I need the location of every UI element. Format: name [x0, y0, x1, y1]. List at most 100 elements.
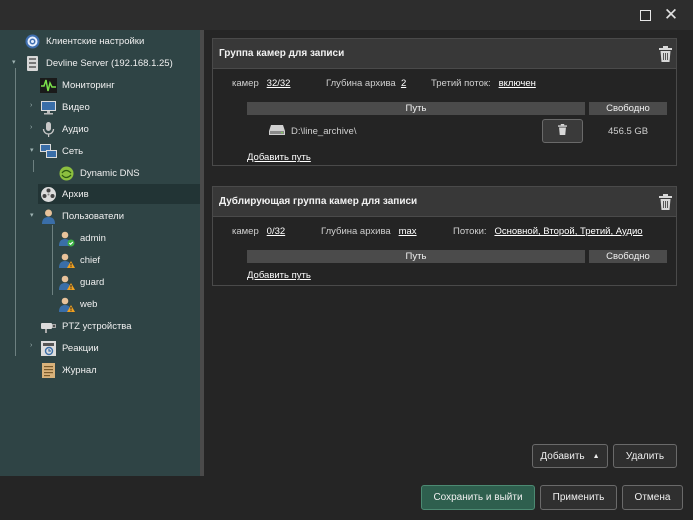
settings-tree: ▾ › › ▾ ▾ › Клиентские настройки Devline…: [0, 30, 200, 476]
archive-depth-label: Глубина архива: [321, 226, 391, 237]
close-button[interactable]: ✕: [662, 6, 680, 24]
trash-icon: [558, 124, 567, 138]
sidebar-item-label: admin: [80, 232, 106, 244]
archive-icon: [40, 186, 57, 203]
expand-caret[interactable]: ▾: [30, 146, 34, 154]
sidebar-item-video[interactable]: Видео: [40, 97, 90, 117]
expand-caret[interactable]: ›: [30, 124, 32, 131]
dynamic-dns-icon: [58, 165, 75, 182]
add-group-button[interactable]: Добавить ▲: [532, 444, 608, 468]
archive-depth-info: Глубина архива 2: [326, 78, 406, 89]
third-stream-label: Третий поток:: [431, 78, 491, 89]
sidebar-item-reactions[interactable]: Реакции: [40, 338, 99, 358]
free-column-header: Свободно: [589, 250, 667, 263]
sidebar-item-label: chief: [80, 254, 101, 266]
free-column-header: Свободно: [589, 102, 667, 115]
panel-splitter[interactable]: [200, 30, 204, 476]
drive-icon: [269, 124, 285, 136]
add-group-label: Добавить: [540, 450, 585, 462]
add-path-link[interactable]: Добавить путь: [247, 152, 311, 163]
audio-icon: [40, 121, 57, 138]
sidebar-item-label: guard: [80, 276, 105, 288]
sidebar-item-audio[interactable]: Аудио: [40, 119, 89, 139]
video-icon: [40, 99, 57, 116]
third-stream-link[interactable]: включен: [499, 78, 536, 89]
record-camera-group-panel: Группа камер для записи камер 32/32 Глуб…: [212, 38, 677, 166]
sidebar-item-label: Аудио: [62, 123, 89, 135]
sidebar-item-label: web: [80, 298, 98, 310]
archive-depth-info: Глубина архива max: [321, 226, 417, 237]
archive-depth-link[interactable]: max: [399, 226, 417, 237]
free-space-value: 456.5 GB: [608, 126, 649, 137]
expand-caret[interactable]: ›: [30, 102, 32, 109]
sidebar-item-journal[interactable]: Журнал: [40, 360, 97, 380]
sidebar-item-client-settings[interactable]: Клиентские настройки: [24, 31, 144, 51]
sidebar-item-label: Dynamic DNS: [80, 167, 140, 179]
users-icon: [40, 208, 57, 225]
archive-depth-link[interactable]: 2: [401, 78, 406, 89]
ptz-icon: [40, 318, 57, 335]
title-bar: ✕: [0, 0, 693, 30]
save-and-exit-button[interactable]: Сохранить и выйти: [421, 485, 535, 510]
panel-title-text: Дублирующая группа камер для записи: [219, 196, 418, 207]
path-column-header: Путь: [247, 102, 585, 115]
archive-path: D:\line_archive\: [291, 126, 357, 137]
sidebar-item-archive[interactable]: Архив: [38, 184, 200, 204]
apply-button[interactable]: Применить: [540, 485, 617, 510]
sidebar-item-users[interactable]: Пользователи: [40, 206, 124, 226]
tree-guide-line: [15, 68, 16, 356]
sidebar-item-user-chief[interactable]: chief: [58, 250, 100, 270]
journal-icon: [40, 362, 57, 379]
streams-info: Потоки: Основной, Второй, Третий, Аудио: [453, 226, 643, 237]
server-icon: [24, 55, 41, 72]
dropdown-arrow-icon: ▲: [592, 452, 600, 460]
user-warning-icon: [58, 296, 75, 313]
user-warning-icon: [58, 274, 75, 291]
trash-icon[interactable]: [659, 194, 672, 210]
sidebar-item-ptz[interactable]: PTZ устройства: [40, 316, 132, 336]
trash-icon[interactable]: [659, 46, 672, 62]
delete-path-button[interactable]: [542, 119, 583, 143]
sidebar-item-label: Видео: [62, 101, 90, 113]
sidebar-item-label: Реакции: [62, 342, 99, 354]
cameras-value-link[interactable]: 0/32: [267, 226, 286, 237]
cameras-info: камер 32/32: [232, 78, 290, 89]
sidebar-item-label: Клиентские настройки: [46, 35, 145, 47]
network-icon: [40, 143, 57, 160]
sidebar-item-user-guard[interactable]: guard: [58, 272, 104, 292]
user-ok-icon: [58, 230, 75, 247]
user-warning-icon: [58, 252, 75, 269]
client-settings-icon: [24, 33, 41, 50]
add-path-link[interactable]: Добавить путь: [247, 270, 311, 281]
sidebar-item-label: Архив: [62, 188, 89, 200]
path-column-header: Путь: [247, 250, 585, 263]
panel-title-text: Группа камер для записи: [219, 48, 345, 59]
cancel-button[interactable]: Отмена: [622, 485, 683, 510]
maximize-button[interactable]: [636, 6, 654, 24]
streams-label: Потоки:: [453, 226, 487, 237]
reactions-icon: [40, 340, 57, 357]
sidebar-item-dynamic-dns[interactable]: Dynamic DNS: [58, 163, 140, 183]
sidebar-item-label: Сеть: [62, 145, 84, 157]
sidebar-item-user-web[interactable]: web: [58, 294, 97, 314]
sidebar-item-monitoring[interactable]: Мониторинг: [40, 75, 115, 95]
delete-group-button[interactable]: Удалить: [613, 444, 677, 468]
tree-guide-line: [52, 225, 53, 295]
cameras-label: камер: [232, 78, 259, 89]
panel-title: Группа камер для записи: [213, 39, 676, 69]
archive-depth-label: Глубина архива: [326, 78, 396, 89]
monitoring-icon: [40, 77, 57, 94]
sidebar-item-server[interactable]: Devline Server (192.168.1.25): [24, 53, 173, 73]
expand-caret[interactable]: ▾: [30, 211, 34, 219]
sidebar-item-user-admin[interactable]: admin: [58, 228, 106, 248]
streams-link[interactable]: Основной, Второй, Третий, Аудио: [494, 226, 642, 237]
cameras-info: камер 0/32: [232, 226, 285, 237]
third-stream-info: Третий поток: включен: [431, 78, 536, 89]
expand-caret[interactable]: ▾: [12, 58, 16, 66]
sidebar-item-label: Мониторинг: [62, 79, 115, 91]
cameras-value-link[interactable]: 32/32: [267, 78, 291, 89]
sidebar-item-network[interactable]: Сеть: [40, 141, 83, 161]
tree-guide-line: [33, 160, 34, 172]
expand-caret[interactable]: ›: [30, 342, 32, 349]
panel-title: Дублирующая группа камер для записи: [213, 187, 676, 217]
